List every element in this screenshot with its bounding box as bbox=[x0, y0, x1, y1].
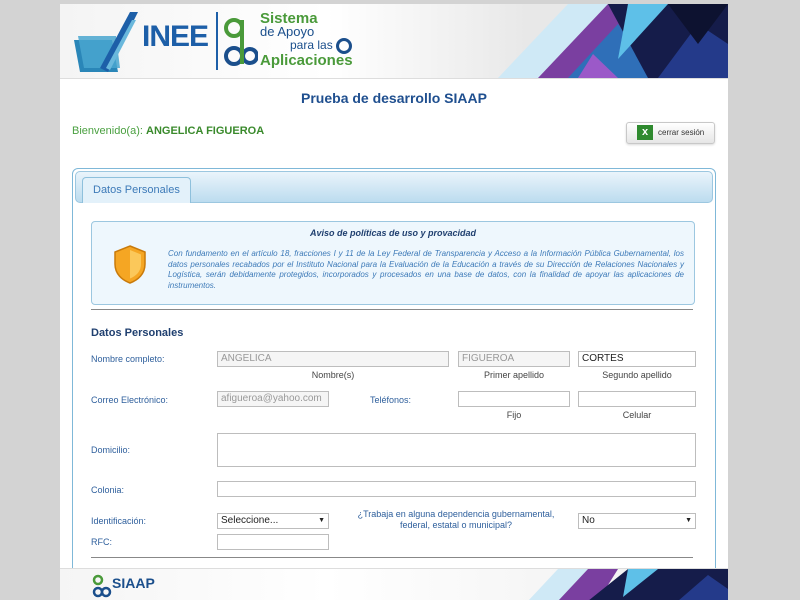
correo-label: Correo Electrónico: bbox=[91, 395, 169, 405]
welcome-label: Bienvenido(a): bbox=[72, 125, 143, 137]
privacy-notice-title: Aviso de políticas de uso y provacidad bbox=[309, 228, 477, 238]
logout-label: cerrar sesión bbox=[658, 128, 705, 137]
footer-geometric-art bbox=[528, 569, 728, 600]
section-divider bbox=[91, 309, 693, 310]
privacy-notice: Aviso de políticas de uso y provacidad C… bbox=[91, 221, 695, 305]
tab-datos-personales[interactable]: Datos Personales bbox=[82, 177, 191, 203]
excel-x-icon: x bbox=[637, 125, 653, 140]
segundo-apellido-sublabel: Segundo apellido bbox=[602, 370, 672, 380]
siaap-line2: de Apoyo bbox=[260, 24, 315, 39]
siaap-logo-icon bbox=[224, 18, 258, 66]
telefono-fijo-input[interactable] bbox=[458, 391, 570, 407]
trabaja-question: ¿Trabaja en alguna dependencia gubername… bbox=[357, 509, 555, 530]
page-title: Prueba de desarrollo SIAAP bbox=[301, 90, 487, 106]
rfc-label: RFC: bbox=[91, 537, 112, 547]
header-divider bbox=[216, 12, 218, 70]
chevron-down-icon: ▼ bbox=[685, 517, 692, 524]
celular-sublabel: Celular bbox=[622, 410, 652, 420]
shield-icon bbox=[114, 245, 146, 284]
colonia-label: Colonia: bbox=[91, 485, 125, 495]
header-banner: INEE Sistema de Apoyo para las Aplicacio… bbox=[60, 4, 728, 79]
colonia-input[interactable] bbox=[217, 481, 696, 497]
trabaja-select-value: No bbox=[582, 515, 595, 526]
rfc-input[interactable] bbox=[217, 534, 329, 550]
correo-input[interactable] bbox=[217, 391, 329, 407]
chevron-down-icon: ▼ bbox=[318, 517, 325, 524]
header-geometric-art bbox=[498, 4, 728, 78]
siaap-line4: Aplicaciones bbox=[260, 52, 353, 69]
footer-logo-text: SIAAP bbox=[112, 575, 155, 591]
welcome-user-name: ANGELICA FIGUEROA bbox=[146, 125, 265, 137]
primer-apellido-sublabel: Primer apellido bbox=[483, 370, 545, 380]
logout-button[interactable]: x cerrar sesión bbox=[626, 122, 715, 144]
inee-logo-icon bbox=[74, 12, 138, 72]
tabs-bar: Datos Personales bbox=[75, 171, 713, 203]
fijo-sublabel: Fijo bbox=[506, 410, 522, 420]
siaap-footer-logo-icon bbox=[92, 574, 112, 598]
page: INEE Sistema de Apoyo para las Aplicacio… bbox=[60, 4, 728, 600]
section-divider-bottom bbox=[91, 557, 693, 558]
section-title: Datos Personales bbox=[91, 327, 184, 339]
nombre-input[interactable] bbox=[217, 351, 449, 367]
privacy-notice-body: Con fundamento en el artículo 18, fracci… bbox=[168, 249, 684, 290]
nombre-label: Nombre completo: bbox=[91, 354, 165, 364]
siaap-logo-text: Sistema de Apoyo para las Aplicaciones bbox=[260, 11, 353, 69]
domicilio-label: Domicilio: bbox=[91, 445, 131, 455]
identificacion-select[interactable]: Seleccione... ▼ bbox=[217, 513, 329, 529]
tabs-container: Datos Personales Aviso de políticas de u… bbox=[72, 168, 716, 600]
segundo-apellido-input[interactable] bbox=[578, 351, 696, 367]
telefonos-label: Teléfonos: bbox=[370, 395, 412, 405]
telefono-celular-input[interactable] bbox=[578, 391, 696, 407]
siaap-line3-text: para las bbox=[290, 38, 333, 53]
identificacion-label: Identificación: bbox=[91, 516, 147, 526]
nombre-sublabel: Nombre(s) bbox=[311, 370, 355, 380]
domicilio-textarea[interactable] bbox=[217, 433, 696, 467]
inee-logo-text: INEE bbox=[142, 20, 209, 53]
identificacion-select-value: Seleccione... bbox=[221, 515, 279, 526]
welcome-message: Bienvenido(a): ANGELICA FIGUEROA bbox=[72, 125, 264, 137]
trabaja-select[interactable]: No ▼ bbox=[578, 513, 696, 529]
footer: SIAAP bbox=[60, 568, 728, 600]
primer-apellido-input[interactable] bbox=[458, 351, 570, 367]
